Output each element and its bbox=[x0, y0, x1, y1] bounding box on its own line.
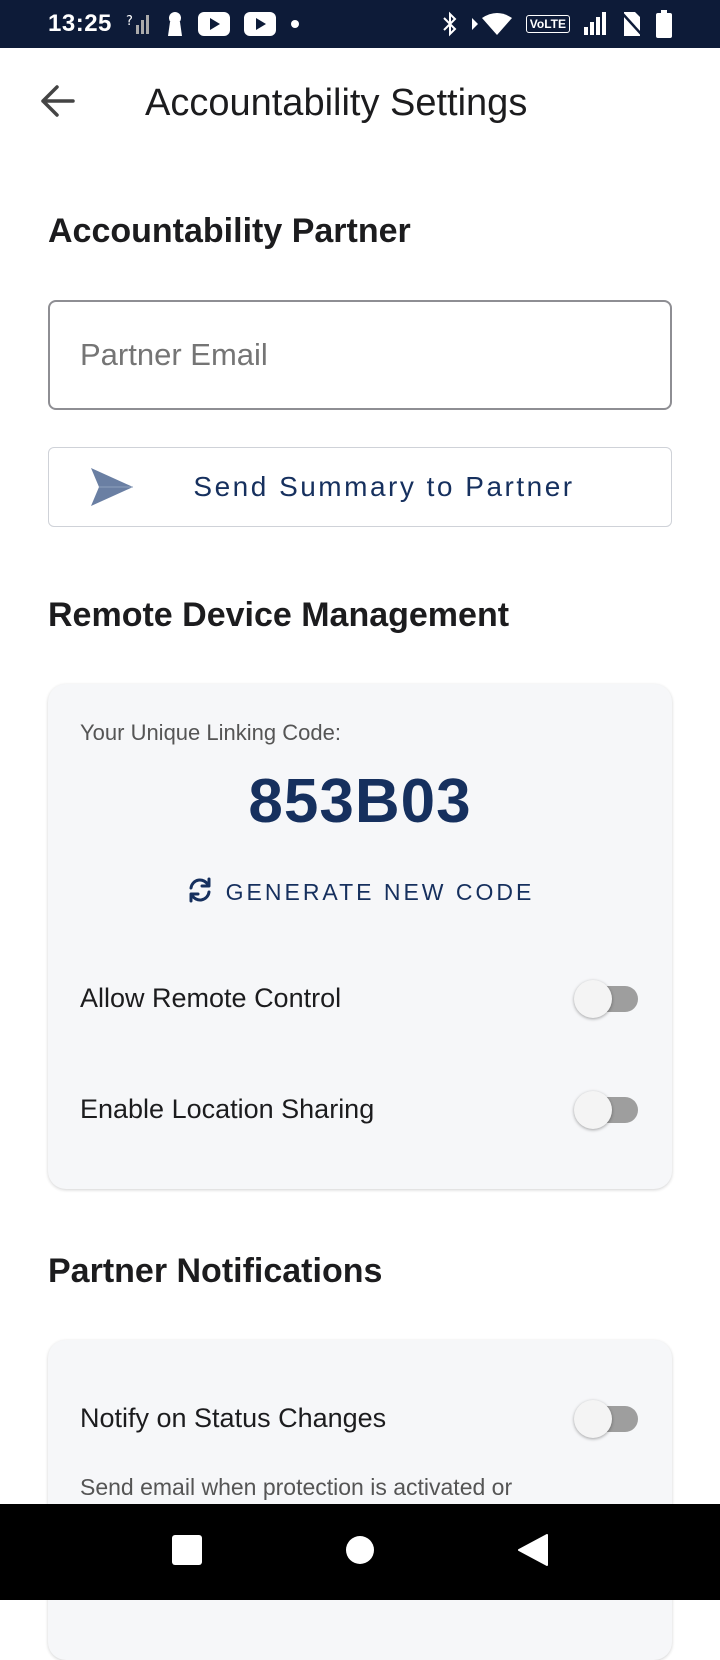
send-summary-label: Send Summary to Partner bbox=[193, 471, 575, 502]
enable-location-sharing-row: Enable Location Sharing bbox=[80, 1079, 640, 1139]
no-sim-icon bbox=[622, 11, 642, 37]
svg-text:?: ? bbox=[126, 14, 133, 29]
enable-location-sharing-label: Enable Location Sharing bbox=[80, 1093, 375, 1124]
volte-badge: VoLTE bbox=[525, 15, 570, 33]
recents-button[interactable] bbox=[157, 1522, 217, 1582]
notify-status-description: Send email when protection is activated … bbox=[80, 1474, 513, 1500]
keyhole-icon bbox=[166, 11, 184, 37]
enable-location-sharing-switch[interactable] bbox=[574, 1089, 640, 1129]
cell-signal-icon bbox=[584, 12, 608, 36]
wifi-icon bbox=[471, 12, 512, 36]
status-time: 13:25 bbox=[48, 10, 112, 37]
square-icon bbox=[171, 1534, 202, 1570]
switch-thumb bbox=[574, 980, 612, 1018]
battery-icon bbox=[656, 10, 672, 38]
partner-section-title: Accountability Partner bbox=[48, 212, 411, 250]
partner-notifications-card: Notify on Status Changes Send email when… bbox=[48, 1340, 672, 1660]
send-summary-button[interactable]: Send Summary to Partner bbox=[48, 447, 672, 527]
triangle-back-icon bbox=[518, 1533, 549, 1571]
allow-remote-control-switch[interactable] bbox=[574, 978, 640, 1018]
refresh-icon bbox=[186, 876, 214, 909]
circle-icon bbox=[345, 1535, 375, 1570]
switch-thumb bbox=[574, 1400, 612, 1438]
allow-remote-control-row: Allow Remote Control bbox=[80, 968, 640, 1028]
generate-new-code-label: GENERATE NEW CODE bbox=[225, 878, 535, 905]
notify-status-changes-switch[interactable] bbox=[574, 1398, 640, 1438]
bluetooth-icon bbox=[442, 11, 458, 37]
signal-unknown-icon: ? bbox=[126, 13, 152, 35]
linking-code-caption: Your Unique Linking Code: bbox=[80, 720, 341, 745]
youtube-icon bbox=[243, 12, 276, 36]
remote-management-card: Your Unique Linking Code: 853B03 GENERAT… bbox=[48, 684, 672, 1189]
youtube-icon bbox=[197, 12, 230, 36]
dot-icon bbox=[290, 19, 300, 29]
app-bar: Accountability Settings bbox=[0, 48, 720, 156]
system-nav-bar bbox=[0, 1504, 720, 1600]
home-button[interactable] bbox=[330, 1522, 390, 1582]
remote-section-title: Remote Device Management bbox=[48, 596, 510, 634]
status-bar: 13:25 ? VoLTE bbox=[0, 0, 720, 48]
notify-status-changes-row: Notify on Status Changes bbox=[80, 1388, 640, 1448]
page-title: Accountability Settings bbox=[145, 82, 528, 124]
switch-thumb bbox=[574, 1091, 612, 1129]
allow-remote-control-label: Allow Remote Control bbox=[80, 982, 342, 1013]
generate-new-code-button[interactable]: GENERATE NEW CODE bbox=[48, 870, 672, 914]
back-nav-button[interactable] bbox=[503, 1522, 563, 1582]
linking-code: 853B03 bbox=[248, 767, 472, 836]
notify-status-changes-label: Notify on Status Changes bbox=[80, 1402, 387, 1433]
partner-email-input[interactable] bbox=[48, 300, 672, 410]
back-button[interactable] bbox=[30, 78, 84, 128]
arrow-left-icon bbox=[39, 84, 75, 123]
notifications-section-title: Partner Notifications bbox=[48, 1252, 383, 1290]
